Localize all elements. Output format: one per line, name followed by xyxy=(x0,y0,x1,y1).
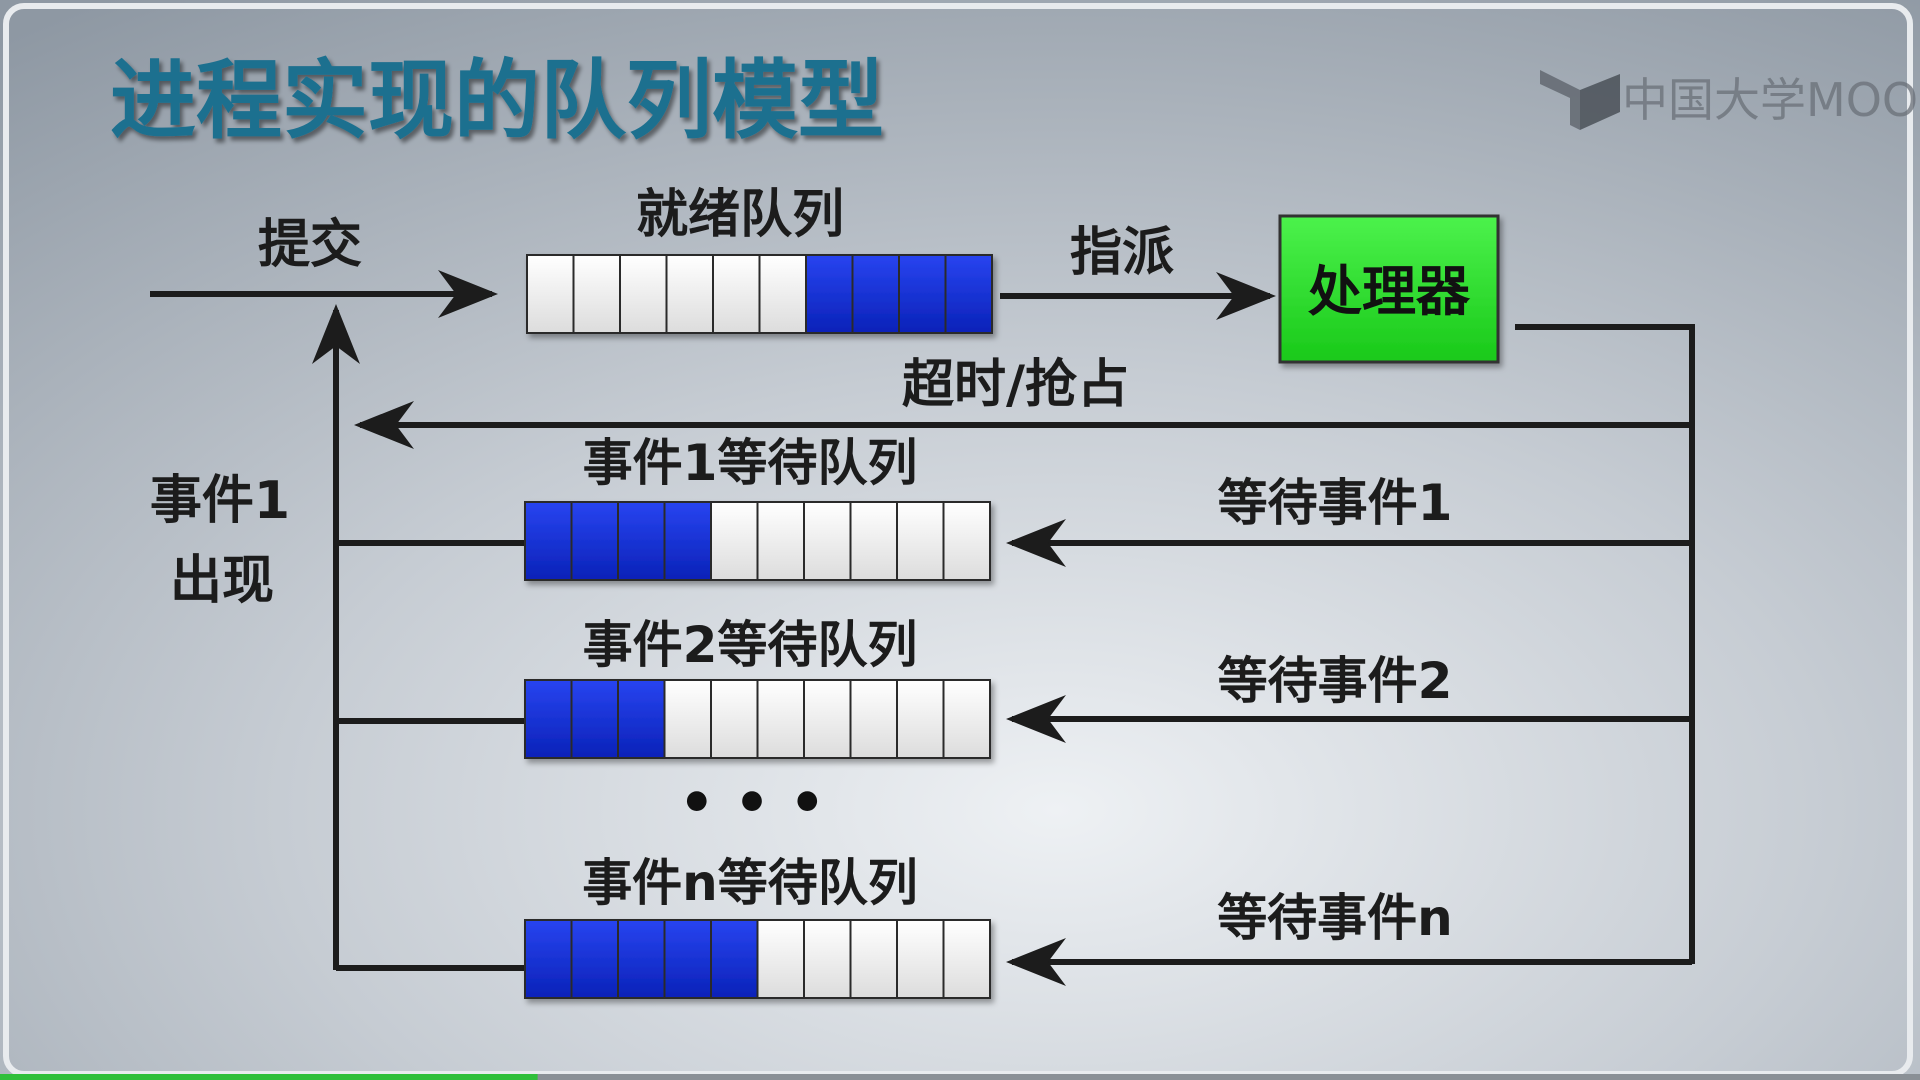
submit-label: 提交 xyxy=(258,215,362,275)
queue-slot-empty xyxy=(572,254,621,334)
queue-slot-empty xyxy=(849,679,898,759)
event-occurs-label-line2: 出现 xyxy=(170,551,274,611)
queue-slot-empty xyxy=(758,254,807,334)
queue-slot-empty xyxy=(756,679,805,759)
queue-slot-empty xyxy=(710,679,759,759)
queue-slot-filled xyxy=(617,679,666,759)
queue-slot-empty xyxy=(942,679,991,759)
queue-slot-filled xyxy=(617,501,666,581)
queue-slot-empty xyxy=(896,679,945,759)
queue-slot-empty xyxy=(803,501,852,581)
queue-slot-filled xyxy=(617,919,666,999)
ready-queue xyxy=(526,254,993,334)
wait-queue-label: 事件n等待队列 xyxy=(582,854,918,912)
queue-slot-filled xyxy=(524,919,573,999)
timeout-label: 超时/抢占 xyxy=(902,355,1129,415)
processor-box: 处理器 xyxy=(1278,214,1500,364)
queue-slot-empty xyxy=(526,254,575,334)
wait-event-label: 等待事件2 xyxy=(1218,652,1453,710)
progress-fill xyxy=(0,1074,538,1080)
queue-slot-filled xyxy=(570,919,619,999)
queue-slot-empty xyxy=(803,679,852,759)
queue-slot-empty xyxy=(803,919,852,999)
logo-text: 中国大学MOOC xyxy=(1622,73,1920,127)
queue-slot-filled xyxy=(898,254,947,334)
queue-slot-empty xyxy=(665,254,714,334)
page-title: 进程实现的队列模型 xyxy=(110,51,884,151)
queue-slot-empty xyxy=(849,501,898,581)
slide-canvas: 进程实现的队列模型 中国大学MOOC 提交 就绪队列 指派 处理器 超时/抢占 … xyxy=(0,0,1920,1080)
wait-queue-label: 事件2等待队列 xyxy=(583,616,918,674)
queue-slot-filled xyxy=(570,679,619,759)
wait-queue-slots xyxy=(524,501,991,581)
queue-slot-empty xyxy=(712,254,761,334)
wait-event-label: 等待事件1 xyxy=(1218,474,1453,532)
queue-slot-filled xyxy=(663,919,712,999)
queue-slot-empty xyxy=(942,501,991,581)
queue-slot-filled xyxy=(524,679,573,759)
queue-slot-empty xyxy=(619,254,668,334)
wait-queue-slots xyxy=(524,919,991,999)
queue-slot-empty xyxy=(896,501,945,581)
queue-slot-filled xyxy=(570,501,619,581)
ready-queue-label: 就绪队列 xyxy=(636,185,844,245)
queue-slot-empty xyxy=(849,919,898,999)
queue-slot-filled xyxy=(851,254,900,334)
queue-slot-filled xyxy=(805,254,854,334)
processor-label: 处理器 xyxy=(1308,260,1471,323)
queue-slot-empty xyxy=(942,919,991,999)
dispatch-label: 指派 xyxy=(1070,223,1174,283)
queue-slot-empty xyxy=(896,919,945,999)
queue-slot-filled xyxy=(524,501,573,581)
queue-slot-filled xyxy=(663,501,712,581)
queue-slot-empty xyxy=(756,919,805,999)
queue-slot-filled xyxy=(710,919,759,999)
queue-slot-empty xyxy=(710,501,759,581)
wait-queue-slots xyxy=(524,679,991,759)
wait-event-label: 等待事件n xyxy=(1217,889,1453,947)
event-occurs-label-line1: 事件1 xyxy=(150,471,290,531)
queue-ellipsis: • • • xyxy=(679,771,825,836)
queue-slot-empty xyxy=(663,679,712,759)
ready-queue-slots xyxy=(526,254,993,334)
queue-slot-empty xyxy=(756,501,805,581)
slide: 进程实现的队列模型 中国大学MOOC 提交 就绪队列 指派 处理器 超时/抢占 … xyxy=(0,0,1920,1080)
queue-slot-filled xyxy=(944,254,993,334)
wait-queue-label: 事件1等待队列 xyxy=(583,434,918,492)
